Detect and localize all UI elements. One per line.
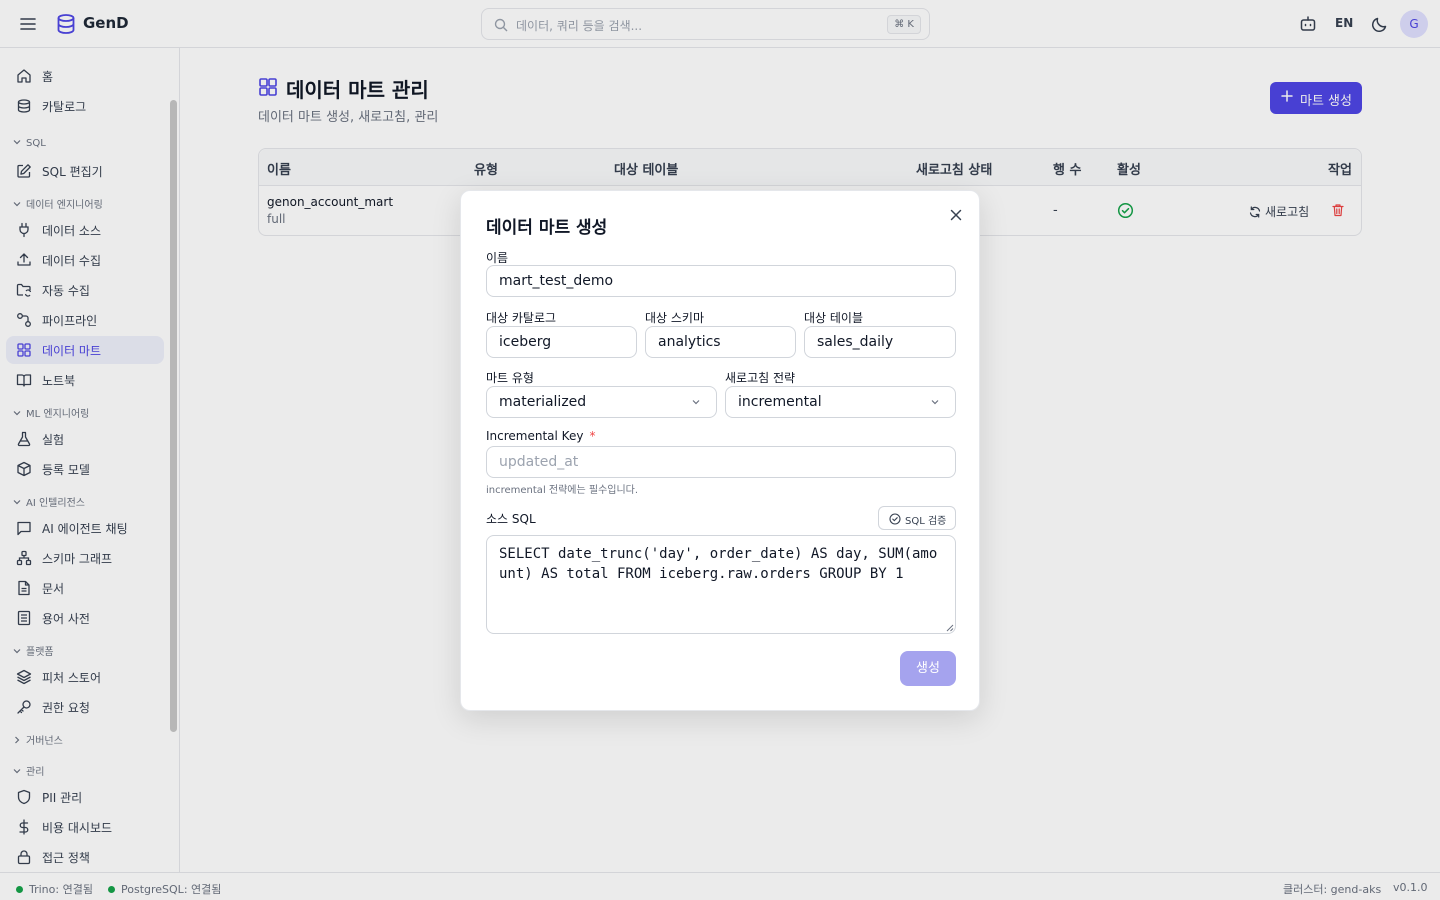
mart-type-select[interactable]: materialized bbox=[486, 386, 717, 418]
required-marker: * bbox=[589, 429, 596, 443]
check-circle-icon bbox=[889, 513, 901, 525]
refresh-strategy-label: 새로고침 전략 bbox=[725, 371, 796, 385]
incremental-key-hint: incremental 전략에는 필수입니다. bbox=[486, 485, 639, 496]
mart-type-label: 마트 유형 bbox=[486, 371, 534, 385]
dialog-title: 데이터 마트 생성 bbox=[486, 218, 608, 238]
catalog-input[interactable]: iceberg bbox=[486, 326, 637, 358]
table-input[interactable]: sales_daily bbox=[804, 326, 956, 358]
sql-validate-label: SQL 검증 bbox=[905, 516, 947, 527]
schema-label: 대상 스키마 bbox=[645, 311, 705, 325]
table-label: 대상 테이블 bbox=[804, 311, 864, 325]
incremental-key-label-text: Incremental Key bbox=[486, 429, 584, 443]
chevron-down-icon bbox=[692, 400, 700, 405]
mart-type-value: materialized bbox=[499, 394, 587, 410]
refresh-strategy-select[interactable]: incremental bbox=[725, 386, 956, 418]
source-sql-textarea[interactable]: SELECT date_trunc('day', order_date) AS … bbox=[486, 535, 956, 634]
create-mart-dialog: 데이터 마트 생성 이름 mart_test_demo 대상 카탈로그 iceb… bbox=[460, 190, 980, 711]
refresh-strategy-value: incremental bbox=[738, 394, 822, 410]
incremental-key-input[interactable]: updated_at bbox=[486, 446, 956, 478]
resize-grip-icon[interactable] bbox=[945, 623, 954, 632]
create-submit-button[interactable]: 생성 bbox=[900, 651, 956, 686]
sql-validate-button[interactable]: SQL 검증 bbox=[878, 506, 956, 530]
chevron-down-icon bbox=[931, 400, 939, 405]
catalog-label: 대상 카탈로그 bbox=[486, 311, 557, 325]
incremental-key-label: Incremental Key * bbox=[486, 429, 595, 443]
name-label: 이름 bbox=[486, 251, 509, 265]
close-icon[interactable] bbox=[949, 208, 963, 222]
name-input[interactable]: mart_test_demo bbox=[486, 265, 956, 297]
source-sql-label: 소스 SQL bbox=[486, 512, 536, 526]
schema-input[interactable]: analytics bbox=[645, 326, 796, 358]
